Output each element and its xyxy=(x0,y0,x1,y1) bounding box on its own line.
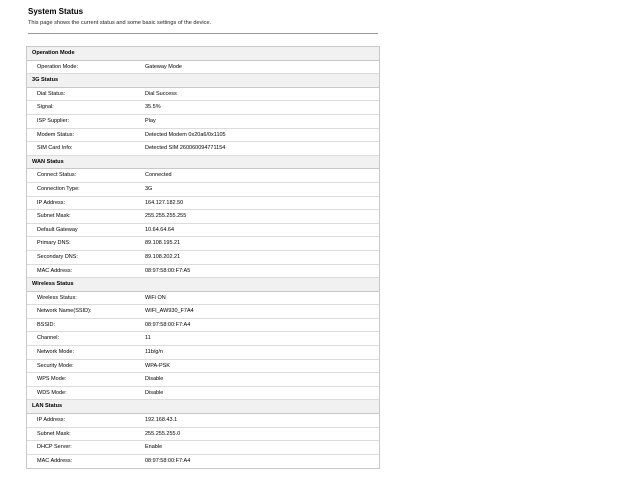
status-row: Network Name(SSID): WIFI_AW930_F7A4 xyxy=(27,305,379,319)
section-header: Operation Mode xyxy=(27,47,379,61)
row-value: 164.127.182.50 xyxy=(145,199,184,206)
page-title: System Status xyxy=(28,7,84,16)
row-value: 10.64.64.64 xyxy=(145,226,175,233)
row-label: WDS Mode: xyxy=(37,389,67,396)
status-row: WPS Mode: Disable xyxy=(27,373,379,387)
row-value: Connected xyxy=(145,172,172,179)
status-row: Default Gateway 10.64.64.64 xyxy=(27,224,379,238)
row-value: WIFI_AW930_F7A4 xyxy=(145,308,194,315)
row-value: 255.255.255.255 xyxy=(145,213,187,220)
row-label: SIM Card Info: xyxy=(37,145,73,152)
status-row: Dial Status: Dial Success xyxy=(27,88,379,102)
status-row: Security Mode: WPA-PSK xyxy=(27,360,379,374)
row-value: 11b/g/n xyxy=(145,349,163,356)
row-value: Enable xyxy=(145,444,163,451)
status-row: Connection Type: 3G xyxy=(27,183,379,197)
row-value: 08:97:58:00:F7:A5 xyxy=(145,267,191,274)
row-label: Signal: xyxy=(37,104,54,111)
row-label: IP Address: xyxy=(37,417,66,424)
row-value: 192.168.43.1 xyxy=(145,417,178,424)
row-label: MAC Address: xyxy=(37,267,73,274)
section-header: LAN Status xyxy=(27,400,379,415)
row-value: Dial Success xyxy=(145,90,177,97)
section-operation-mode: Operation Mode Operation Mode: Gateway Mo… xyxy=(27,47,379,75)
row-label: Channel: xyxy=(37,335,60,342)
section-wireless-status: Wireless Status Wireless Status: WiFi ON … xyxy=(27,278,379,401)
status-row: Primary DNS: 89.108.195.21 xyxy=(27,237,379,251)
row-value: 255.255.255.0 xyxy=(145,430,181,437)
row-label: Subnet Mask: xyxy=(37,213,71,220)
row-label: BSSID: xyxy=(37,321,56,328)
row-label: MAC Address: xyxy=(37,457,73,464)
status-row: Wireless Status: WiFi ON xyxy=(27,292,379,306)
status-row: Channel: 11 xyxy=(27,332,379,347)
status-row: MAC Address: 08:97:58:00:F7:A5 xyxy=(27,265,379,279)
status-row: Signal: 35.5% xyxy=(27,101,379,115)
row-label: Security Mode: xyxy=(37,362,74,369)
row-value: WPA-PSK xyxy=(145,362,170,369)
status-row: WDS Mode: Disable xyxy=(27,387,379,401)
row-label: Default Gateway xyxy=(37,226,78,233)
status-row: IP Address: 192.168.43.1 xyxy=(27,414,379,428)
row-label: Modem Status: xyxy=(37,131,74,138)
section-header: WAN Status xyxy=(27,155,379,170)
row-label: Secondary DNS: xyxy=(37,253,78,260)
row-label: Network Name(SSID): xyxy=(37,308,92,315)
status-row: MAC Address: 08:97:58:00:F7:A4 xyxy=(27,455,379,469)
row-value: Detected Modem 0x20a6/0x1105 xyxy=(145,131,226,138)
row-value: 89.108.195.21 xyxy=(145,240,181,247)
row-value: Play xyxy=(145,117,156,124)
row-label: WPS Mode: xyxy=(37,376,67,383)
row-value: Gateway Mode xyxy=(145,63,182,70)
row-value: WiFi ON xyxy=(145,294,166,301)
status-row: Modem Status: Detected Modem 0x20a6/0x110… xyxy=(27,129,379,143)
status-row: Network Mode: 11b/g/n xyxy=(27,346,379,360)
row-value: 08:97:58:00:F7:A4 xyxy=(145,457,191,464)
row-label: Connect Status: xyxy=(37,172,77,179)
status-table: Operation Mode Operation Mode: Gateway Mo… xyxy=(26,46,380,470)
row-value: 3G xyxy=(145,185,153,192)
section-header: 3G Status xyxy=(27,74,379,88)
page-description: This page shows the current status and s… xyxy=(28,20,212,26)
row-label: IP Address: xyxy=(37,199,66,206)
row-label: DHCP Server: xyxy=(37,444,72,451)
status-row: DHCP Server: Enable xyxy=(27,441,379,455)
divider xyxy=(28,33,378,34)
row-label: Primary DNS: xyxy=(37,240,71,247)
row-value: 89.108.202.21 xyxy=(145,253,181,260)
row-value: Detected SIM 260060094771154 xyxy=(145,145,226,152)
section-3g-status: 3G Status Dial Status: Dial Success Signa… xyxy=(27,74,379,156)
section-lan-status: LAN Status IP Address: 192.168.43.1 Subne… xyxy=(27,400,379,468)
row-label: Wireless Status: xyxy=(37,294,77,301)
status-row: Connect Status: Connected xyxy=(27,169,379,183)
row-label: Dial Status: xyxy=(37,90,66,97)
status-row: Subnet Mask: 255.255.255.0 xyxy=(27,428,379,442)
system-status-page: System Status This page shows the curren… xyxy=(0,0,630,502)
status-row: ISP Supplier: Play xyxy=(27,115,379,129)
row-value: 08:97:58:00:F7:A4 xyxy=(145,321,191,328)
status-row: Secondary DNS: 89.108.202.21 xyxy=(27,251,379,265)
status-row: Subnet Mask: 255.255.255.255 xyxy=(27,210,379,224)
row-value: 11 xyxy=(145,335,151,342)
row-label: Network Mode: xyxy=(37,349,74,356)
row-label: Operation Mode: xyxy=(37,63,78,70)
row-value: 35.5% xyxy=(145,104,161,111)
row-label: Connection Type: xyxy=(37,185,80,192)
row-value: Disable xyxy=(145,376,164,383)
section-wan-status: WAN Status Connect Status: Connected Conn… xyxy=(27,155,379,279)
row-label: Subnet Mask: xyxy=(37,430,71,437)
status-row: IP Address: 164.127.182.50 xyxy=(27,197,379,211)
row-value: Disable xyxy=(145,389,164,396)
status-row: SIM Card Info: Detected SIM 2600600947711… xyxy=(27,142,379,156)
status-row: Operation Mode: Gateway Mode xyxy=(27,61,379,75)
row-label: ISP Supplier: xyxy=(37,117,70,124)
status-row: BSSID: 08:97:58:00:F7:A4 xyxy=(27,319,379,333)
section-header: Wireless Status xyxy=(27,278,379,292)
